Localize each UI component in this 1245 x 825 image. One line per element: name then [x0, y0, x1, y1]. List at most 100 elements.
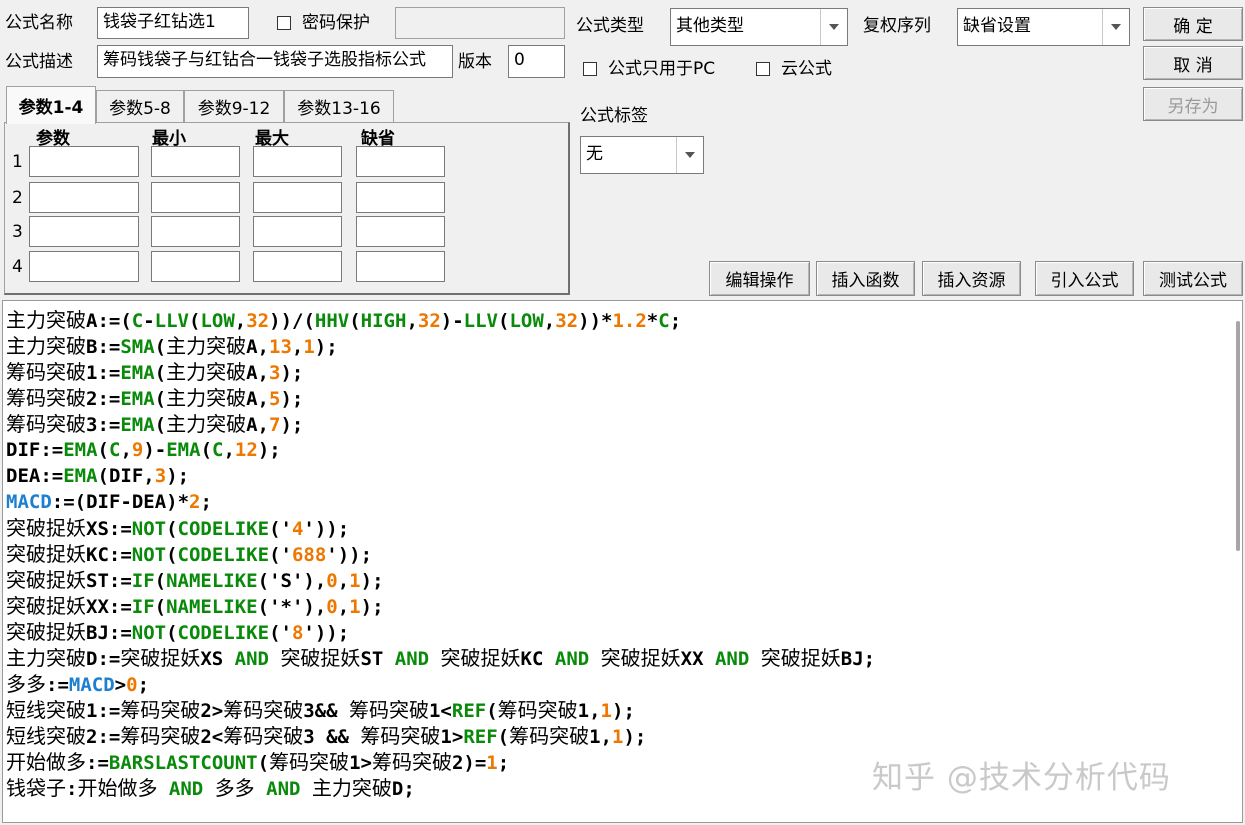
param-max-cell[interactable] [253, 251, 342, 282]
code-token: ( [154, 362, 167, 384]
formula-code-editor[interactable]: 主力突破A:=(C-LLV(LOW,32))/(HHV(HIGH,32)-LLV… [2, 300, 1243, 823]
tab-params-9-12[interactable]: 参数9-12 [184, 90, 284, 122]
rights-sequence-select[interactable]: 缺省设置 [957, 8, 1130, 46]
param-max-cell[interactable] [253, 216, 342, 247]
save-as-button[interactable]: 另存为 [1143, 87, 1243, 121]
import-formula-button[interactable]: 引入公式 [1035, 261, 1134, 296]
param-default-cell[interactable] [356, 182, 445, 213]
chevron-down-icon[interactable] [1102, 9, 1129, 45]
code-token: 1 [600, 700, 612, 722]
tab-params-13-16[interactable]: 参数13-16 [284, 90, 394, 122]
code-token: 开始做多 [77, 776, 158, 800]
param-min-cell[interactable] [151, 251, 240, 282]
code-token: 突破捉妖 [600, 646, 681, 670]
code-token: ); [314, 336, 338, 358]
code-token: 多多 [214, 776, 255, 800]
code-token: 12 [234, 439, 258, 461]
code-token: ); [280, 388, 304, 410]
formula-type-select[interactable]: 其他类型 [670, 8, 848, 46]
tab-params-5-8[interactable]: 参数5-8 [96, 90, 184, 122]
code-token: ('*'), [257, 596, 327, 618]
code-token: 9 [131, 439, 144, 461]
param-min-cell[interactable] [151, 146, 240, 177]
insert-resource-button[interactable]: 插入资源 [922, 261, 1021, 296]
code-token: 筹码突破 [269, 750, 350, 774]
formula-desc-input[interactable]: 筹码钱袋子与红钻合一钱袋子选股指标公式 [97, 45, 453, 78]
code-token: 8 [291, 622, 304, 644]
cancel-button[interactable]: 取 消 [1143, 46, 1243, 80]
formula-name-input[interactable]: 钱袋子红钻选1 [97, 7, 249, 39]
pc-only-checkbox[interactable] [583, 62, 597, 76]
code-token: LOW [509, 310, 544, 332]
code-token: HHV [314, 310, 350, 332]
code-token: ( [154, 388, 167, 410]
code-token: ); [623, 726, 647, 748]
param-default-cell[interactable] [356, 251, 445, 282]
code-token: , [406, 310, 418, 332]
code-token: 2:= [86, 388, 121, 410]
version-input[interactable]: 0 [508, 45, 565, 78]
vertical-scrollbar[interactable] [1236, 321, 1240, 551]
code-token: ); [612, 700, 635, 722]
param-name-cell[interactable] [29, 251, 139, 282]
rights-sequence-value: 缺省设置 [963, 16, 1031, 36]
insert-function-button[interactable]: 插入函数 [816, 261, 915, 296]
test-formula-button[interactable]: 测试公式 [1143, 261, 1243, 296]
code-token: C [131, 310, 144, 332]
code-token: ); [280, 362, 304, 384]
code-token: 主力突破 [166, 334, 247, 358]
param-name-cell[interactable] [29, 216, 139, 247]
param-max-cell[interactable] [253, 146, 342, 177]
tab-params-1-4[interactable]: 参数1-4 [6, 86, 96, 124]
param-max-cell[interactable] [253, 182, 342, 213]
code-token: 1 [349, 570, 361, 592]
code-token: REF [463, 726, 498, 748]
code-line: 突破捉妖BJ:=NOT(CODELIKE('8')); [6, 619, 875, 645]
code-line: DEA:=EMA(DIF,3); [6, 463, 875, 489]
code-line: 筹码突破3:=EMA(主力突破A,7); [6, 411, 875, 437]
param-name-cell[interactable] [29, 182, 139, 213]
code-token: , [291, 336, 304, 358]
code-token: 筹码突破 [497, 698, 578, 722]
code-token: C [212, 439, 224, 461]
code-token: ')); [303, 622, 350, 644]
password-protect-checkbox[interactable] [277, 16, 291, 30]
param-name-cell[interactable] [29, 146, 139, 177]
param-min-cell[interactable] [151, 182, 240, 213]
code-token: XS [200, 648, 235, 670]
code-token: EMA [63, 439, 98, 461]
formula-tag-select[interactable]: 无 [580, 136, 704, 174]
code-token: 短线突破 [6, 724, 86, 748]
code-token: XX [680, 648, 715, 670]
code-token: ( [166, 544, 178, 566]
code-token: IF [131, 596, 155, 618]
code-token: 3 [269, 362, 281, 384]
formula-tag-value: 无 [586, 144, 603, 164]
code-token: IF [131, 570, 155, 592]
param-default-cell[interactable] [356, 146, 445, 177]
cloud-formula-checkbox[interactable] [756, 62, 770, 76]
code-token: 筹码突破 [348, 698, 429, 722]
code-token: ( [166, 622, 178, 644]
code-token: KC:= [86, 544, 132, 566]
code-token: EMA [166, 439, 201, 461]
code-token: := [46, 674, 69, 696]
edit-ops-button[interactable]: 编辑操作 [709, 261, 810, 296]
code-token: ); [360, 596, 384, 618]
code-token: 突破捉妖 [120, 646, 201, 670]
param-min-cell[interactable] [151, 216, 240, 247]
code-token: ); [257, 439, 281, 461]
code-token: > [114, 674, 127, 696]
code-token: ; [669, 310, 682, 332]
code-token: MACD [6, 491, 52, 513]
code-token: NAMELIKE [166, 596, 258, 618]
code-token: 32 [246, 310, 270, 332]
ok-button[interactable]: 确 定 [1143, 7, 1243, 41]
code-line: 钱袋子:开始做多 AND 多多 AND 主力突破D; [6, 775, 875, 801]
param-default-cell[interactable] [356, 216, 445, 247]
chevron-down-icon[interactable] [820, 9, 847, 45]
chevron-down-icon[interactable] [676, 137, 703, 173]
